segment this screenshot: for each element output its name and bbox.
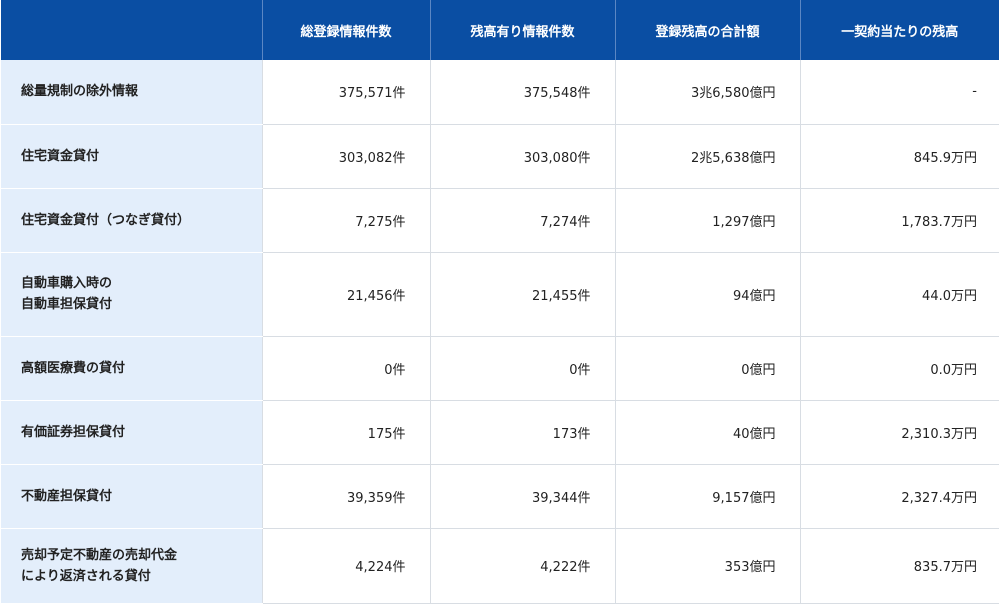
row-label-line: 自動車担保貸付 bbox=[21, 297, 113, 312]
row-label: 総量規制の除外情報 bbox=[1, 60, 262, 125]
row-label: 不動産担保貸付 bbox=[1, 464, 262, 529]
row-label: 住宅資金貸付（つなぎ貸付） bbox=[1, 188, 262, 253]
cell-balance-total: 9,157億円 bbox=[614, 464, 800, 529]
cell-total-count: 303,082件 bbox=[261, 124, 430, 189]
row-label: 自動車購入時の 自動車担保貸付 bbox=[1, 252, 262, 337]
cell-balance-per-contract: 2,310.3万円 bbox=[799, 400, 999, 465]
cell-total-count: 175件 bbox=[261, 400, 430, 465]
table-header: 総登録情報件数 残高有り情報件数 登録残高の合計額 一契約当たりの残高 bbox=[1, 0, 999, 60]
row-label-line: 住宅資金貸付（つなぎ貸付） bbox=[21, 212, 191, 228]
statistics-table: 総登録情報件数 残高有り情報件数 登録残高の合計額 一契約当たりの残高 総量規制… bbox=[1, 0, 999, 604]
cell-balance-count: 375,548件 bbox=[429, 60, 615, 125]
row-label: 売却予定不動産の売却代金 により返済される貸付 bbox=[1, 528, 262, 604]
cell-balance-total: 353億円 bbox=[614, 528, 800, 604]
row-label-line: 有価証券担保貸付 bbox=[21, 424, 126, 440]
cell-total-count: 375,571件 bbox=[261, 60, 430, 125]
row-label-line: 住宅資金貸付 bbox=[21, 148, 100, 164]
table-body: 総量規制の除外情報 375,571件 375,548件 3兆6,580億円 - … bbox=[1, 60, 999, 604]
cell-total-count: 21,456件 bbox=[261, 252, 430, 337]
cell-balance-per-contract: 1,783.7万円 bbox=[799, 188, 999, 253]
row-label-line: により返済される貸付 bbox=[21, 568, 151, 584]
row-label-line: 高額医療費の貸付 bbox=[21, 360, 126, 376]
table-row: 総量規制の除外情報 375,571件 375,548件 3兆6,580億円 - bbox=[1, 60, 999, 125]
cell-balance-count: 0件 bbox=[429, 336, 615, 401]
header-corner bbox=[1, 0, 262, 60]
cell-balance-count: 4,222件 bbox=[429, 528, 615, 604]
table-row: 売却予定不動産の売却代金 により返済される貸付 4,224件 4,222件 35… bbox=[1, 528, 999, 604]
cell-balance-count: 303,080件 bbox=[429, 124, 615, 189]
cell-balance-total: 40億円 bbox=[614, 400, 800, 465]
cell-total-count: 0件 bbox=[261, 336, 430, 401]
cell-balance-count: 173件 bbox=[429, 400, 615, 465]
table-row: 有価証券担保貸付 175件 173件 40億円 2,310.3万円 bbox=[1, 400, 999, 465]
header-total-count: 総登録情報件数 bbox=[261, 0, 430, 60]
row-label-line: 自動車購入時の bbox=[21, 276, 113, 291]
header-balance-total: 登録残高の合計額 bbox=[614, 0, 800, 60]
table-row: 住宅資金貸付 303,082件 303,080件 2兆5,638億円 845.9… bbox=[1, 124, 999, 189]
cell-balance-count: 7,274件 bbox=[429, 188, 615, 253]
cell-balance-total: 2兆5,638億円 bbox=[614, 124, 800, 189]
row-label-line: 不動産担保貸付 bbox=[21, 488, 113, 504]
row-label-line: 総量規制の除外情報 bbox=[21, 84, 139, 100]
table-row: 不動産担保貸付 39,359件 39,344件 9,157億円 2,327.4万… bbox=[1, 464, 999, 529]
header-balance-count: 残高有り情報件数 bbox=[429, 0, 615, 60]
cell-balance-per-contract: 44.0万円 bbox=[799, 252, 999, 337]
header-balance-per-contract: 一契約当たりの残高 bbox=[799, 0, 999, 60]
table-row: 住宅資金貸付（つなぎ貸付） 7,275件 7,274件 1,297億円 1,78… bbox=[1, 188, 999, 253]
table-row: 自動車購入時の 自動車担保貸付 21,456件 21,455件 94億円 44.… bbox=[1, 252, 999, 337]
cell-balance-per-contract: 835.7万円 bbox=[799, 528, 999, 604]
table-row: 高額医療費の貸付 0件 0件 0億円 0.0万円 bbox=[1, 336, 999, 401]
row-label-line: 売却予定不動産の売却代金 bbox=[21, 547, 178, 563]
row-label: 有価証券担保貸付 bbox=[1, 400, 262, 465]
cell-balance-count: 39,344件 bbox=[429, 464, 615, 529]
cell-balance-per-contract: 845.9万円 bbox=[799, 124, 999, 189]
cell-total-count: 39,359件 bbox=[261, 464, 430, 529]
cell-balance-count: 21,455件 bbox=[429, 252, 615, 337]
cell-total-count: 4,224件 bbox=[261, 528, 430, 604]
row-label: 住宅資金貸付 bbox=[1, 124, 262, 189]
cell-balance-total: 1,297億円 bbox=[614, 188, 800, 253]
cell-balance-total: 3兆6,580億円 bbox=[614, 60, 800, 125]
cell-balance-total: 94億円 bbox=[614, 252, 800, 337]
row-label: 高額医療費の貸付 bbox=[1, 336, 262, 401]
cell-total-count: 7,275件 bbox=[261, 188, 430, 253]
cell-balance-per-contract: 0.0万円 bbox=[799, 336, 999, 401]
cell-balance-per-contract: - bbox=[799, 60, 999, 125]
cell-balance-per-contract: 2,327.4万円 bbox=[799, 464, 999, 529]
cell-balance-total: 0億円 bbox=[614, 336, 800, 401]
header-row: 総登録情報件数 残高有り情報件数 登録残高の合計額 一契約当たりの残高 bbox=[1, 0, 999, 60]
